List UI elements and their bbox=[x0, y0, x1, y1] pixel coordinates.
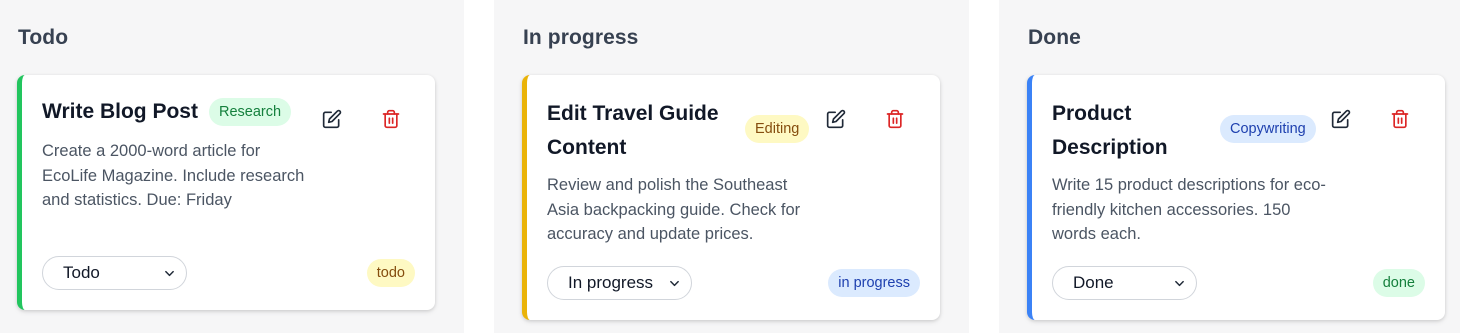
category-badge: Editing bbox=[745, 115, 810, 143]
category-badge: Copywriting bbox=[1220, 115, 1316, 143]
edit-button[interactable] bbox=[824, 107, 848, 131]
status-select-value: Todo bbox=[63, 263, 100, 282]
delete-button[interactable] bbox=[1388, 107, 1412, 131]
column-title: Done bbox=[1028, 26, 1081, 49]
column-todo: Todo Write Blog Post Research Create a 2… bbox=[0, 0, 464, 333]
column-title: Todo bbox=[18, 26, 69, 49]
chevron-down-icon bbox=[670, 280, 679, 287]
status-badge: todo bbox=[366, 259, 415, 287]
task-title: Edit Travel Guide Content bbox=[547, 102, 719, 159]
edit-button[interactable] bbox=[1329, 107, 1353, 131]
task-card: Edit Travel Guide Content Editing Review… bbox=[522, 75, 940, 320]
task-card: Write Blog Post Research Create a 2000-w… bbox=[17, 75, 435, 310]
trash-icon bbox=[1391, 109, 1409, 129]
chevron-down-icon bbox=[1175, 280, 1184, 287]
status-badge: in progress bbox=[828, 269, 920, 297]
task-description: Create a 2000-word article for EcoLife M… bbox=[42, 142, 305, 209]
status-select[interactable]: Done bbox=[1052, 266, 1197, 300]
delete-button[interactable] bbox=[883, 107, 907, 131]
edit-icon bbox=[322, 109, 342, 129]
trash-icon bbox=[886, 109, 904, 129]
status-badge: done bbox=[1372, 269, 1425, 297]
column-title: In progress bbox=[523, 26, 639, 49]
edit-icon bbox=[1331, 109, 1351, 129]
column-in-progress: In progress Edit Travel Guide Content Ed… bbox=[494, 0, 969, 333]
category-badge: Research bbox=[209, 98, 292, 126]
status-select[interactable]: Todo bbox=[42, 256, 187, 290]
status-select[interactable]: In progress bbox=[547, 266, 692, 300]
trash-icon bbox=[382, 109, 400, 129]
edit-icon bbox=[826, 109, 846, 129]
column-done: Done Product Description Copywriting Wri… bbox=[999, 0, 1460, 333]
status-select-value: Done bbox=[1073, 273, 1114, 292]
task-title: Product Description bbox=[1052, 102, 1168, 159]
edit-button[interactable] bbox=[320, 107, 344, 131]
kanban-board: Todo Write Blog Post Research Create a 2… bbox=[0, 0, 1460, 333]
task-title: Write Blog Post bbox=[42, 100, 198, 123]
task-description: Review and polish the Southeast Asia bac… bbox=[547, 176, 801, 243]
task-card: Product Description Copywriting Write 15… bbox=[1027, 75, 1445, 320]
delete-button[interactable] bbox=[379, 107, 403, 131]
status-select-value: In progress bbox=[568, 273, 654, 292]
chevron-down-icon bbox=[165, 270, 174, 277]
task-description: Write 15 product descriptions for eco-fr… bbox=[1052, 176, 1326, 243]
